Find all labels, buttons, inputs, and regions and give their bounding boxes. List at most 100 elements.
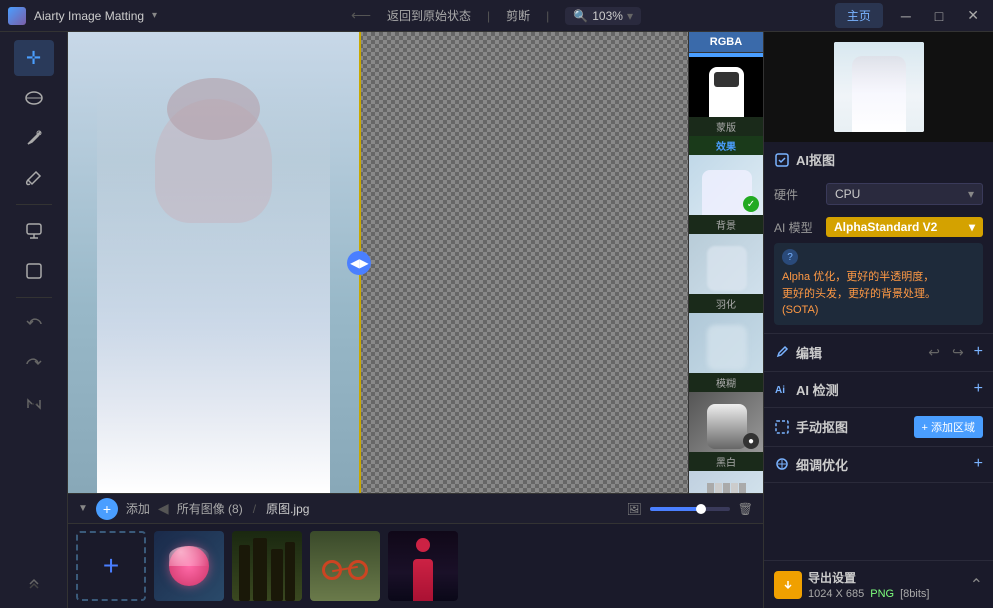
filmstrip: ▼ + 添加 ◀ 所有图像 (8) / 原图.jpg 🖼 🗑 +	[68, 493, 763, 608]
export-info: 导出设置 1024 X 685 PNG [8bits]	[808, 569, 964, 600]
info-line2: 更好的头发，更好的背景处理。	[782, 288, 936, 300]
strip-toolbar: ▼ + 添加 ◀ 所有图像 (8) / 原图.jpg 🖼 🗑	[68, 494, 763, 524]
effect-bw[interactable]: ● 黑白	[689, 392, 763, 471]
stamp-tool-button[interactable]	[14, 213, 54, 249]
brush-tool-button[interactable]	[14, 160, 54, 196]
zoom-control[interactable]: 🔍 103% ▾	[565, 7, 641, 25]
thumb-3[interactable]	[310, 531, 380, 601]
redo-button[interactable]	[14, 346, 54, 382]
bg-label: 背景	[689, 215, 763, 234]
model-arrow: ▾	[969, 220, 975, 234]
matted-side	[359, 32, 688, 493]
flip-button[interactable]	[14, 386, 54, 422]
export-icon	[774, 571, 802, 599]
canvas-image: ◀▶	[68, 32, 688, 493]
refine-add[interactable]: +	[974, 455, 983, 473]
manual-matting-title: 手动抠图	[796, 417, 908, 436]
editing-add-icon[interactable]: +	[974, 343, 983, 361]
editing-header[interactable]: 编辑 ↩ ↩ +	[764, 334, 993, 371]
help-icon[interactable]: ?	[782, 249, 798, 265]
effect-feather[interactable]: 羽化	[689, 234, 763, 313]
export-detail: 1024 X 685 PNG [8bits]	[808, 588, 964, 600]
refine-section: 细调优化 +	[764, 447, 993, 483]
size-slider[interactable]	[650, 507, 730, 511]
ai-detect-section: Ai AI 检测 +	[764, 372, 993, 408]
shape-tool-button[interactable]	[14, 253, 54, 289]
editing-title: 编辑	[796, 343, 918, 362]
redo-btn[interactable]: ↩	[948, 342, 968, 363]
add-large-button[interactable]: +	[76, 531, 146, 601]
pen-tool-button[interactable]	[14, 120, 54, 156]
export-title: 导出设置	[808, 569, 964, 586]
strip-images: +	[68, 524, 763, 608]
undo-redo-group: ↩ ↩	[924, 342, 967, 363]
ai-detect-add[interactable]: +	[974, 380, 983, 398]
expand-strip[interactable]: ▼	[78, 503, 88, 514]
minimize-button[interactable]: ─	[895, 6, 917, 26]
mask-label: 蒙版	[689, 117, 763, 136]
ai-matting-title: AI抠图	[796, 150, 983, 169]
strip-actions: 🖼 🗑	[627, 502, 753, 516]
slider-thumb[interactable]	[696, 504, 706, 514]
thumb-4[interactable]	[388, 531, 458, 601]
window-controls: 主页 ─ □ ✕	[835, 3, 985, 28]
maximize-button[interactable]: □	[929, 6, 949, 26]
canvas-view[interactable]: ◀▶	[68, 32, 688, 493]
ai-model-select[interactable]: AlphaStandard V2 ▾	[826, 217, 983, 237]
effect-blur[interactable]: 模糊	[689, 313, 763, 392]
undo-button[interactable]	[14, 306, 54, 342]
nav-back-icon[interactable]: ◀	[158, 500, 169, 517]
feather-label: 羽化	[689, 294, 763, 313]
export-expand-icon[interactable]: ⌃	[970, 575, 983, 595]
delete-button[interactable]: 🗑	[738, 502, 753, 516]
add-image-button[interactable]: +	[96, 498, 118, 520]
effect-pixel[interactable]: ✓ 像素化	[689, 471, 763, 493]
ai-matting-section: AI抠图 硬件 CPU ▾ AI 模型 AlphaStandard V2 ▾	[764, 142, 993, 334]
eraser-tool-button[interactable]	[14, 80, 54, 116]
ai-matting-header[interactable]: AI抠图	[764, 142, 993, 177]
divider1: |	[487, 9, 490, 23]
bride-figure	[97, 32, 330, 493]
effects-header: 效果	[689, 136, 763, 155]
zoom-icon: 🔍	[573, 9, 588, 23]
add-label: 添加	[126, 500, 150, 517]
close-button[interactable]: ✕	[961, 5, 985, 26]
refine-header[interactable]: 细调优化 +	[764, 447, 993, 482]
rgba-tab[interactable]: RGBA	[689, 32, 763, 53]
restore-label[interactable]: 返回到原始状态	[387, 7, 471, 24]
undo-btn[interactable]: ↩	[924, 342, 944, 363]
divider2: |	[546, 9, 549, 23]
home-button[interactable]: 主页	[835, 3, 883, 28]
cut-label[interactable]: 剪断	[506, 7, 530, 24]
app-logo	[8, 7, 26, 25]
all-images-path[interactable]: 所有图像 (8)	[177, 500, 243, 517]
tool-divider	[16, 204, 52, 205]
title-dropdown-arrow[interactable]: ▾	[152, 10, 157, 21]
path-sep: /	[253, 502, 256, 516]
hardware-select[interactable]: CPU ▾	[826, 183, 983, 205]
ai-detect-header[interactable]: Ai AI 检测 +	[764, 372, 993, 407]
model-info-box: ? Alpha 优化，更好的半透明度， 更好的头发，更好的背景处理。 (SOTA…	[774, 243, 983, 325]
effects-panel: RGBA 蒙版 效果	[688, 32, 763, 493]
split-handle[interactable]: ◀▶	[347, 251, 371, 275]
left-toolbar: ✛	[0, 32, 68, 608]
refine-title: 细调优化	[796, 455, 968, 474]
title-bar-center: ⟵ 返回到原始状态 | 剪断 | 🔍 103% ▾	[351, 7, 641, 25]
thumb-2[interactable]	[232, 531, 302, 601]
add-region-button[interactable]: + 添加区域	[914, 416, 983, 438]
export-row: 导出设置 1024 X 685 PNG [8bits] ⌃	[774, 569, 983, 600]
thumb-1[interactable]	[154, 531, 224, 601]
preview-content	[834, 42, 924, 132]
export-bits: [8bits]	[900, 588, 929, 600]
dress-shape	[97, 78, 330, 493]
image-icon: 🖼	[627, 502, 642, 516]
ai-matting-icon	[774, 152, 790, 168]
expand-button[interactable]	[14, 564, 54, 600]
bw-label: 黑白	[689, 452, 763, 471]
help-row: ?	[782, 249, 975, 265]
info-tag: (SOTA)	[782, 304, 818, 316]
move-tool-button[interactable]: ✛	[14, 40, 54, 76]
effect-bg[interactable]: ✓ 背景	[689, 155, 763, 234]
effect-mask[interactable]: 蒙版	[689, 57, 763, 136]
manual-matting-header[interactable]: 手动抠图 + 添加区域	[764, 408, 993, 446]
